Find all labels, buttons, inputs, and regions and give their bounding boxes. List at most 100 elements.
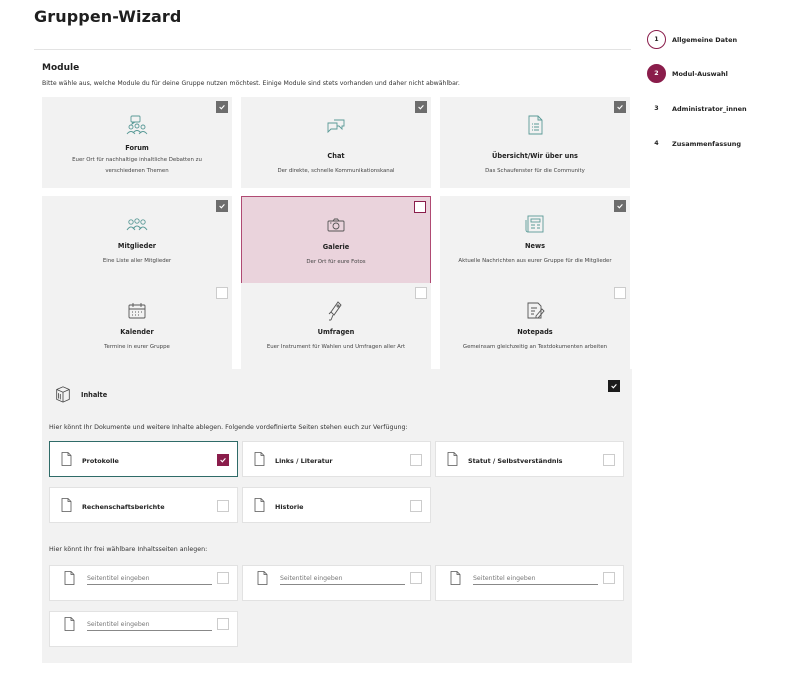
content-page-checkbox[interactable] [603, 454, 615, 466]
step-number: 1 [647, 30, 666, 49]
module-card-polls[interactable]: Umfragen Euer Instrument für Wahlen und … [241, 283, 431, 374]
custom-page-row [435, 565, 624, 601]
content-page-checkbox[interactable] [410, 500, 422, 512]
module-name: Übersicht/Wir über uns [492, 152, 578, 160]
step-number: 4 [647, 134, 666, 153]
module-name: Forum [125, 144, 149, 152]
document-icon [254, 497, 265, 512]
content-page-statut[interactable]: Statut / Selbstverständnis [435, 441, 624, 477]
module-name: Chat [327, 152, 345, 160]
module-card-forum[interactable]: Forum Euer Ort für nachhaltige inhaltlic… [42, 97, 232, 188]
module-card-gallery[interactable]: Galerie Der Ort für eure Fotos [241, 196, 431, 287]
step-number: 3 [647, 99, 666, 118]
document-icon [61, 451, 72, 466]
module-name: Mitglieder [117, 242, 157, 250]
custom-page-checkbox[interactable] [603, 572, 615, 584]
custom-page-checkbox[interactable] [217, 572, 229, 584]
module-description: Der Ort für eure Fotos [306, 259, 366, 265]
title-divider [34, 49, 631, 50]
module-description: Gemeinsam gleichzeitig an Textdokumenten… [462, 344, 608, 350]
module-description: Euer Instrument für Wahlen und Umfragen … [266, 344, 406, 350]
document-icon [64, 570, 75, 585]
custom-page-row [242, 565, 431, 601]
content-page-label: Links / Literatur [275, 457, 333, 465]
module-checkbox-forum[interactable] [216, 101, 228, 113]
module-card-members[interactable]: Mitglieder Eine Liste aller Mitglieder [42, 196, 232, 287]
document-icon [447, 451, 458, 466]
content-section-checkbox[interactable] [608, 380, 620, 392]
step-module-selection[interactable]: 2 Modul-Auswahl [647, 64, 728, 83]
document-icon [257, 570, 268, 585]
document-list-icon [524, 114, 546, 136]
content-section: Inhalte Hier könnt Ihr Dokumente und wei… [42, 369, 632, 663]
content-section-intro: Hier könnt Ihr Dokumente und weitere Inh… [49, 424, 408, 431]
module-checkbox-gallery[interactable] [414, 201, 426, 213]
forum-icon [126, 114, 148, 136]
modules-section-title: Module [42, 63, 80, 73]
module-name: Galerie [322, 243, 350, 251]
custom-page-title-input[interactable] [87, 573, 212, 585]
module-description: Euer Ort für nachhaltige inhaltliche Deb… [72, 157, 202, 174]
content-page-label: Rechenschaftsberichte [82, 503, 165, 511]
custom-page-title-input[interactable] [280, 573, 405, 585]
module-name: Umfragen [317, 328, 355, 336]
step-label: Administrator_innen [672, 104, 747, 113]
custom-pages-intro: Hier könnt Ihr frei wählbare Inhaltsseit… [49, 546, 208, 553]
module-checkbox-polls[interactable] [415, 287, 427, 299]
custom-page-title-input[interactable] [87, 619, 212, 631]
module-checkbox-calendar[interactable] [216, 287, 228, 299]
module-card-calendar[interactable]: Kalender Termine in eurer Gruppe [42, 283, 232, 374]
module-card-overview[interactable]: Übersicht/Wir über uns Das Schaufenster … [440, 97, 630, 188]
module-name: Notepads [517, 328, 553, 336]
module-card-chat[interactable]: Chat Der direkte, schnelle Kommunikation… [241, 97, 431, 188]
custom-page-row [49, 611, 238, 647]
members-icon [126, 213, 148, 235]
module-name: News [524, 242, 545, 250]
step-general-data[interactable]: 1 Allgemeine Daten [647, 30, 737, 49]
page-title: Gruppen-Wizard [34, 7, 182, 26]
module-card-notepads[interactable]: Notepads Gemeinsam gleichzeitig an Textd… [440, 283, 630, 374]
document-icon [254, 451, 265, 466]
custom-page-checkbox[interactable] [410, 572, 422, 584]
content-page-label: Historie [275, 503, 304, 511]
content-page-links[interactable]: Links / Literatur [242, 441, 431, 477]
module-checkbox-chat[interactable] [415, 101, 427, 113]
step-administrators[interactable]: 3 Administrator_innen [647, 99, 747, 118]
content-page-label: Protokolle [82, 457, 119, 465]
step-label: Modul-Auswahl [672, 69, 728, 78]
step-summary[interactable]: 4 Zusammenfassung [647, 134, 741, 153]
custom-page-title-input[interactable] [473, 573, 598, 585]
module-card-news[interactable]: News Aktuelle Nachrichten aus eurer Grup… [440, 196, 630, 287]
module-description: Termine in eurer Gruppe [104, 344, 170, 350]
content-section-title: Inhalte [81, 391, 108, 399]
module-checkbox-notepads[interactable] [614, 287, 626, 299]
camera-icon [325, 214, 347, 236]
module-name: Kalender [120, 328, 154, 336]
content-page-checkbox[interactable] [410, 454, 422, 466]
content-page-protokolle[interactable]: Protokolle [49, 441, 238, 477]
poll-icon [325, 300, 347, 322]
content-page-rechenschaftsberichte[interactable]: Rechenschaftsberichte [49, 487, 238, 523]
module-description: Das Schaufenster für die Community [485, 168, 585, 174]
module-description: Der direkte, schnelle Kommunikationskana… [277, 168, 395, 174]
calendar-icon [126, 300, 148, 322]
content-page-historie[interactable]: Historie [242, 487, 431, 523]
content-box-icon [54, 385, 72, 403]
custom-page-row [49, 565, 238, 601]
module-description: Eine Liste aller Mitglieder [102, 258, 172, 264]
step-label: Allgemeine Daten [672, 35, 738, 44]
content-page-label: Statut / Selbstverständnis [468, 457, 563, 465]
content-page-checkbox[interactable] [217, 500, 229, 512]
custom-page-checkbox[interactable] [217, 618, 229, 630]
module-checkbox-news[interactable] [614, 200, 626, 212]
document-icon [61, 497, 72, 512]
document-icon [64, 616, 75, 631]
module-checkbox-overview[interactable] [614, 101, 626, 113]
content-page-checkbox[interactable] [217, 454, 229, 466]
chat-icon [325, 114, 347, 136]
newspaper-icon [524, 213, 546, 235]
module-description: Aktuelle Nachrichten aus eurer Gruppe fü… [458, 258, 612, 264]
module-checkbox-members[interactable] [216, 200, 228, 212]
notepad-icon [524, 300, 546, 322]
step-number: 2 [647, 64, 666, 83]
